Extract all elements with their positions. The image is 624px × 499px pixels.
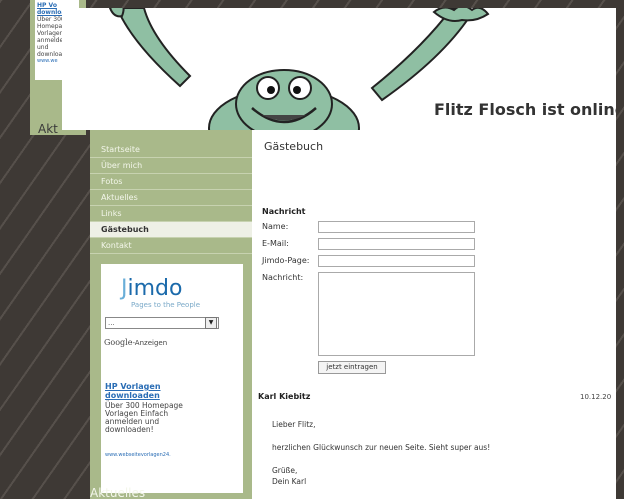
name-input[interactable]: [318, 221, 475, 233]
nav-item-aktuelles[interactable]: Aktuelles: [90, 190, 252, 206]
google-ads-suffix: -Anzeigen: [132, 339, 168, 347]
main-navigation: Startseite Über mich Fotos Aktuelles Lin…: [90, 142, 252, 254]
nav-item-fotos[interactable]: Fotos: [90, 174, 252, 190]
chevron-down-icon[interactable]: ▼: [205, 317, 217, 329]
name-label: Name:: [262, 222, 289, 231]
message-label: Nachricht:: [262, 273, 304, 282]
site-title: Flitz Flosch ist online: [434, 100, 616, 119]
nav-item-ueber-mich[interactable]: Über mich: [90, 158, 252, 174]
background-page-heading: Akt: [38, 122, 58, 136]
email-input[interactable]: [318, 238, 475, 250]
message-textarea[interactable]: [318, 272, 475, 356]
entry-line: Grüße,: [272, 466, 298, 475]
nav-item-kontakt[interactable]: Kontakt: [90, 238, 252, 254]
jimdo-page-input[interactable]: [318, 255, 475, 267]
entry-line: Lieber Flitz,: [272, 420, 316, 429]
jimdo-ad-box: Jimdo Pages to the People ... ▼ Google-A…: [101, 264, 243, 493]
jimdo-logo-text: imdo: [127, 276, 183, 301]
jimdo-tagline: Pages to the People: [131, 301, 201, 309]
sidebar-select[interactable]: ...: [105, 317, 219, 329]
form-heading: Nachricht: [262, 207, 306, 216]
sidebar: Startseite Über mich Fotos Aktuelles Lin…: [90, 130, 252, 499]
ad-text: Über 300 Homepage Vorlagen Einfach anmel…: [105, 401, 183, 434]
main-page: Flitz Flosch ist online Startseite Über …: [62, 8, 616, 499]
nav-item-gaestebuch[interactable]: Gästebuch: [90, 222, 252, 238]
entry-line: herzlichen Glückwunsch zur neuen Seite. …: [272, 443, 491, 452]
ad-title-link[interactable]: HP Vorlagen downloaden: [105, 382, 195, 400]
email-label: E-Mail:: [262, 239, 289, 248]
nav-item-links[interactable]: Links: [90, 206, 252, 222]
jimdo-page-label: Jimdo-Page:: [262, 256, 310, 265]
ad-url-link[interactable]: www.webseitevorlagen24.: [105, 452, 171, 458]
sidebar-heading-aktuelles: Aktuelles: [90, 486, 146, 499]
jimdo-logo[interactable]: Jimdo: [121, 276, 182, 301]
page-title: Gästebuch: [264, 140, 324, 153]
nav-item-startseite[interactable]: Startseite: [90, 142, 252, 158]
site-header: Flitz Flosch ist online: [62, 8, 616, 130]
google-ads-label: Google-Anzeigen: [104, 338, 167, 347]
entry-author: Karl Kiebitz: [258, 392, 311, 401]
entry-date: 10.12.20: [580, 393, 612, 401]
content-area: Gästebuch Nachricht Name: E-Mail: Jimdo-…: [252, 130, 616, 499]
submit-button[interactable]: jetzt eintragen: [318, 361, 386, 374]
entry-line: Dein Karl: [272, 477, 307, 486]
google-word: Google: [104, 338, 133, 347]
